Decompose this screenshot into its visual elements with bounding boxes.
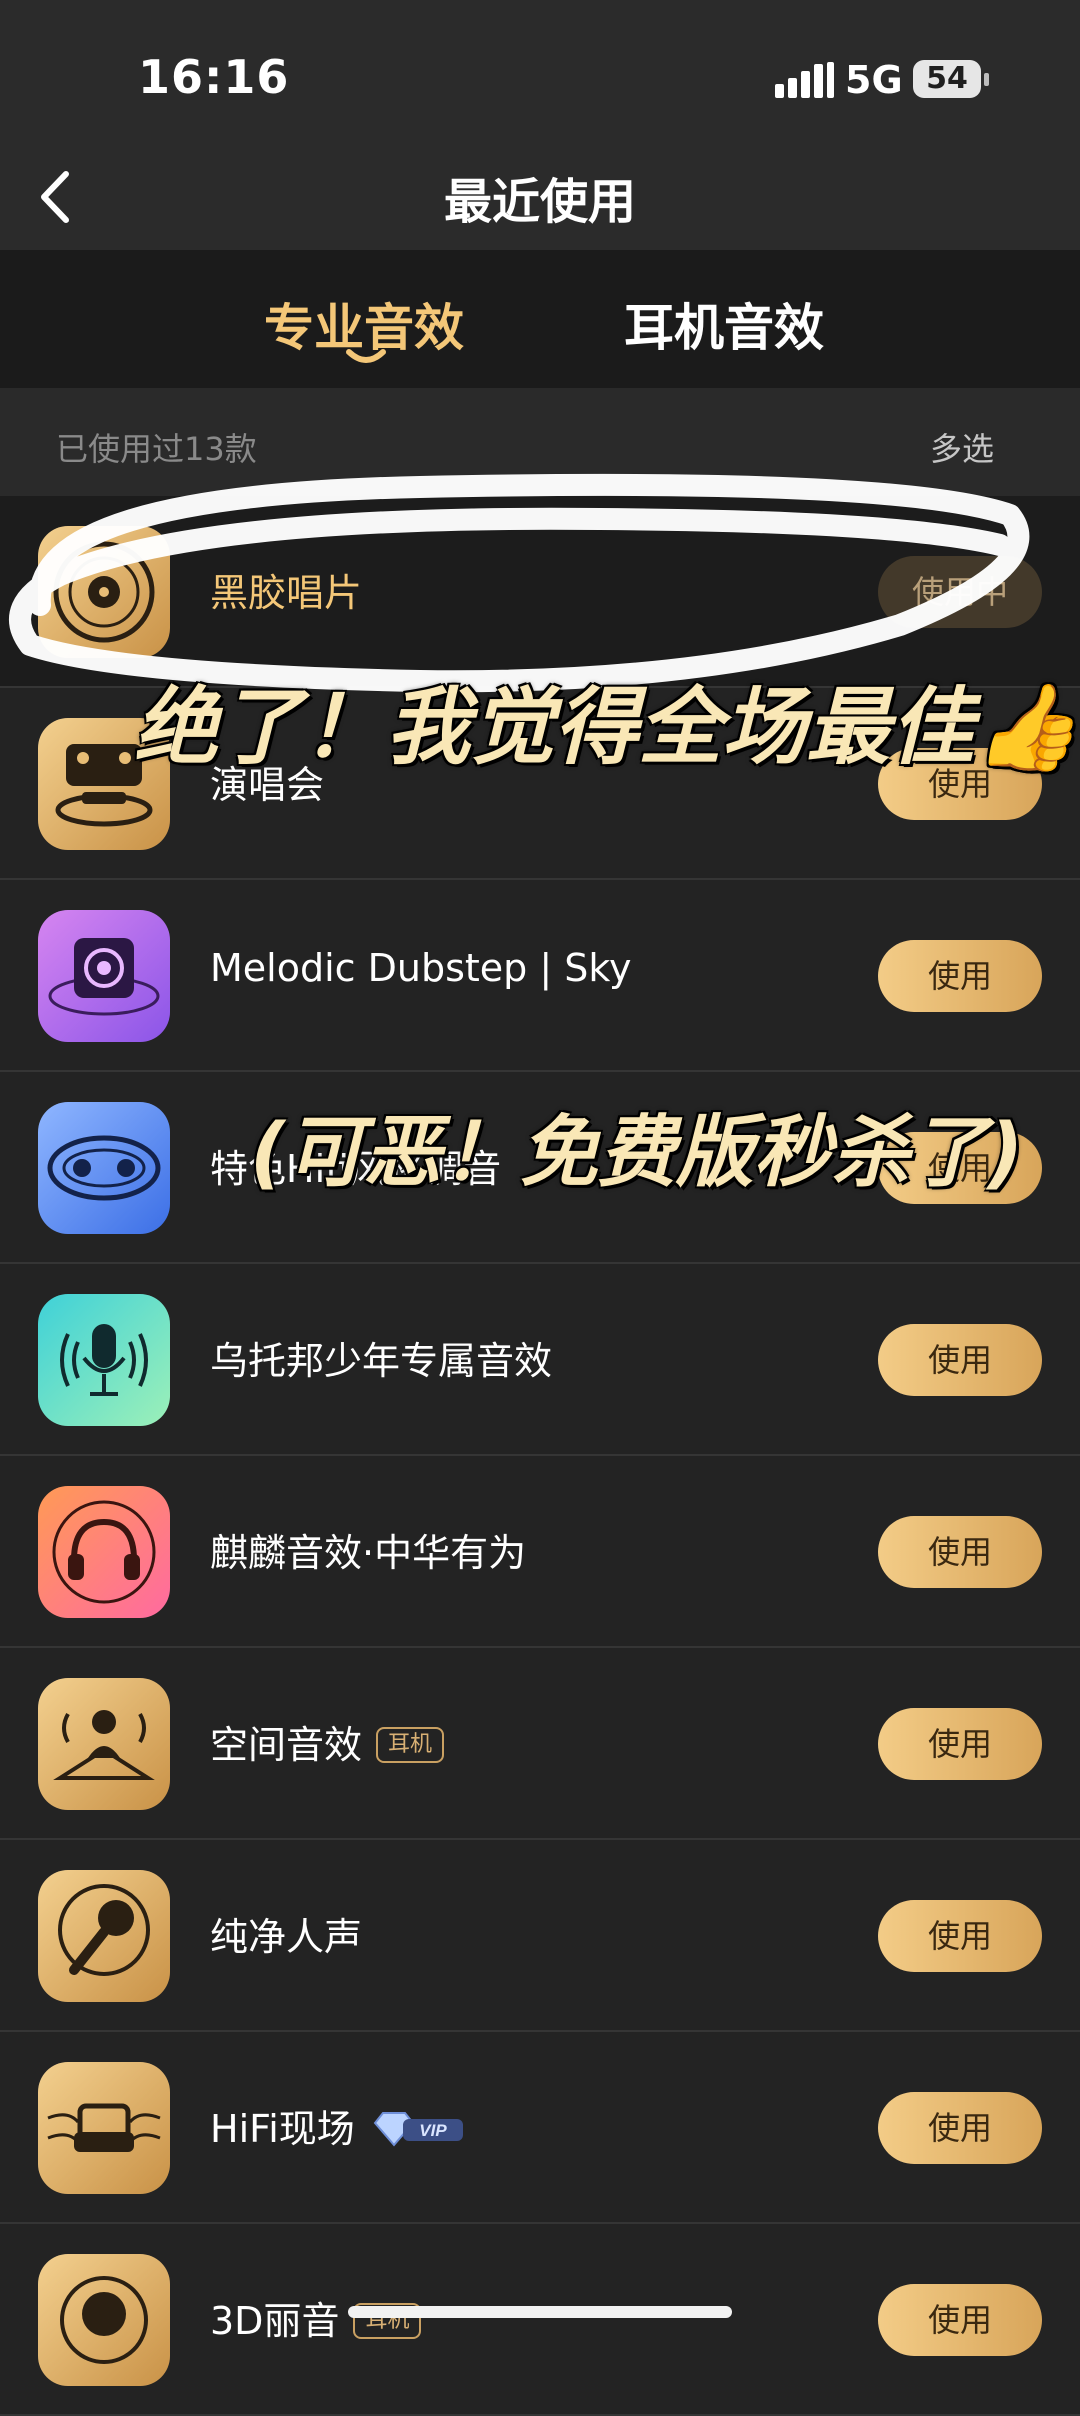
page-title: 最近使用 bbox=[443, 174, 636, 230]
use-button[interactable]: 使用 bbox=[878, 940, 1042, 1012]
speaker-icon bbox=[38, 910, 170, 1042]
spatial-person-icon bbox=[38, 1678, 170, 1810]
microphone-icon bbox=[38, 1294, 170, 1426]
sofa-icon bbox=[38, 2062, 170, 2194]
headphone-badge: 耳机 bbox=[376, 1726, 445, 1763]
item-name-text: HiFi现场 bbox=[210, 2107, 355, 2151]
summary-bar: 已使用过13款 多选 bbox=[0, 388, 1080, 496]
use-button[interactable]: 使用 bbox=[878, 1516, 1042, 1588]
3d-head-icon bbox=[38, 2254, 170, 2386]
multi-select-button[interactable]: 多选 bbox=[930, 424, 994, 470]
item-name: 麒麟音效·中华有为 bbox=[210, 1531, 527, 1575]
item-name: HiFi现场 VIP bbox=[210, 2098, 467, 2153]
list-item[interactable]: 麒麟音效·中华有为 使用 bbox=[0, 1456, 1080, 1648]
tab-headphone-effects[interactable]: 耳机音效 bbox=[624, 288, 824, 360]
caption-top: 绝了！我觉得全场最佳👍 bbox=[134, 678, 1079, 776]
use-button[interactable]: 使用 bbox=[878, 1708, 1042, 1780]
item-name: 乌托邦少年专属音效 bbox=[210, 1339, 553, 1383]
item-name-text: 空间音效 bbox=[210, 1723, 363, 1767]
list-item[interactable]: 空间音效 耳机 使用 bbox=[0, 1648, 1080, 1840]
use-button[interactable]: 使用 bbox=[878, 1900, 1042, 1972]
in-use-button[interactable]: 使用中 bbox=[878, 556, 1042, 628]
tab-active-indicator bbox=[346, 349, 386, 363]
list-item[interactable]: 3D丽音 耳机 使用 bbox=[0, 2224, 1080, 2416]
signal-icon bbox=[775, 62, 834, 98]
home-indicator[interactable] bbox=[348, 2306, 732, 2318]
status-time: 16:16 bbox=[138, 50, 290, 104]
nav-bar: 最近使用 bbox=[0, 150, 1080, 250]
used-count: 已使用过13款 bbox=[56, 430, 257, 468]
vip-diamond-icon: VIP bbox=[373, 2111, 463, 2147]
item-name: 空间音效 耳机 bbox=[210, 1714, 445, 1769]
vip-label: VIP bbox=[419, 2121, 447, 2140]
item-name: 黑胶唱片 bbox=[210, 571, 363, 615]
item-name-text: 3D丽音 bbox=[210, 2299, 340, 2343]
status-bar: 16:16 5G 54 bbox=[0, 0, 1080, 150]
list-item[interactable]: 纯净人声 使用 bbox=[0, 1840, 1080, 2032]
battery-cap bbox=[984, 73, 989, 86]
list-item[interactable]: HiFi现场 VIP 使用 bbox=[0, 2032, 1080, 2224]
effects-list: 黑胶唱片 使用中 演唱会 使用 Melodic Dubstep | Sky 使用… bbox=[0, 496, 1080, 2416]
headphones-icon bbox=[38, 1486, 170, 1618]
item-name: Melodic Dubstep | Sky bbox=[210, 946, 632, 990]
caption-mid: (可恶！免费版秒杀了) bbox=[250, 1108, 1024, 1198]
use-button[interactable]: 使用 bbox=[878, 2284, 1042, 2356]
tab-bar: 专业音效 耳机音效 bbox=[0, 250, 1080, 388]
battery-icon: 54 bbox=[913, 60, 981, 98]
vocal-mic-icon bbox=[38, 1870, 170, 2002]
network-type: 5G bbox=[845, 58, 903, 102]
use-button[interactable]: 使用 bbox=[878, 2092, 1042, 2164]
use-button[interactable]: 使用 bbox=[878, 1324, 1042, 1396]
list-item[interactable]: Melodic Dubstep | Sky 使用 bbox=[0, 880, 1080, 1072]
vinyl-record-icon bbox=[38, 526, 170, 658]
item-name: 纯净人声 bbox=[210, 1915, 363, 1959]
list-item[interactable]: 乌托邦少年专属音效 使用 bbox=[0, 1264, 1080, 1456]
hifi-eye-icon bbox=[38, 1102, 170, 1234]
